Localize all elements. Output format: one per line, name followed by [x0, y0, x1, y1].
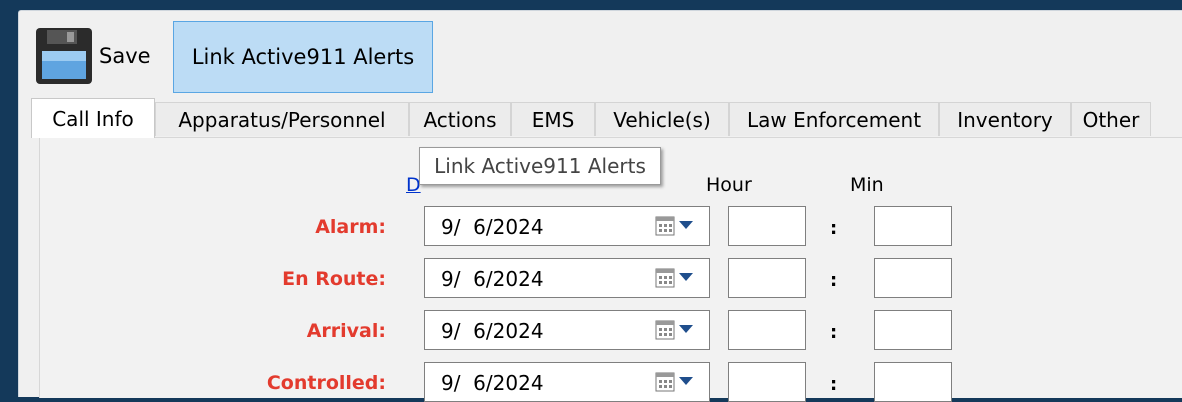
calendar-icon[interactable]: [655, 320, 675, 340]
incident-window: Save Link Active911 Alerts Call Info App…: [18, 10, 1182, 402]
en-route-label: En Route:: [282, 268, 386, 290]
link-active911-alerts-button[interactable]: Link Active911 Alerts: [173, 21, 433, 93]
tab-ems[interactable]: EMS: [511, 102, 595, 136]
alarm-min-field[interactable]: [874, 206, 952, 246]
calendar-icon[interactable]: [655, 268, 675, 288]
time-separator: :: [830, 374, 838, 395]
tab-label: Call Info: [52, 106, 134, 131]
tab-label: Vehicle(s): [613, 107, 711, 132]
tooltip-text: Link Active911 Alerts: [434, 154, 646, 178]
hour-header: Hour: [706, 174, 752, 196]
arrival-min-field[interactable]: [874, 310, 952, 350]
arrival-hour-field[interactable]: [728, 310, 806, 350]
chevron-down-icon[interactable]: [679, 273, 693, 281]
tab-label: Inventory: [957, 107, 1053, 132]
alarm-date-picker[interactable]: 9/ 6/2024: [424, 206, 710, 246]
min-header: Min: [850, 174, 884, 196]
tab-call-info[interactable]: Call Info: [31, 98, 155, 138]
controlled-date-picker[interactable]: 9/ 6/2024: [424, 362, 710, 402]
tab-actions[interactable]: Actions: [409, 102, 511, 136]
controlled-hour-field[interactable]: [728, 362, 806, 402]
controlled-date-value: 9/ 6/2024: [441, 371, 544, 395]
controlled-label: Controlled:: [266, 372, 386, 394]
alarm-date-value: 9/ 6/2024: [441, 215, 544, 239]
en-route-min-field[interactable]: [874, 258, 952, 298]
save-label: Save: [99, 44, 151, 68]
calendar-icon[interactable]: [655, 216, 675, 236]
link-active911-label: Link Active911 Alerts: [191, 45, 415, 69]
chevron-down-icon[interactable]: [679, 325, 693, 333]
save-button[interactable]: Save: [35, 25, 151, 87]
tab-label: Law Enforcement: [746, 107, 922, 132]
calendar-icon[interactable]: [655, 372, 675, 392]
arrival-label: Arrival:: [306, 320, 386, 342]
chevron-down-icon[interactable]: [679, 377, 693, 385]
chevron-down-icon[interactable]: [679, 221, 693, 229]
tab-apparatus-personnel[interactable]: Apparatus/Personnel: [155, 102, 409, 136]
tab-label: Actions: [423, 107, 497, 132]
alarm-hour-field[interactable]: [728, 206, 806, 246]
tab-law-enforcement[interactable]: Law Enforcement: [729, 102, 939, 136]
tab-other[interactable]: Other: [1071, 102, 1151, 136]
arrival-date-picker[interactable]: 9/ 6/2024: [424, 310, 710, 350]
arrival-date-value: 9/ 6/2024: [441, 319, 544, 343]
tab-vehicles[interactable]: Vehicle(s): [595, 102, 729, 136]
tab-label: EMS: [531, 107, 575, 132]
time-separator: :: [830, 270, 838, 291]
en-route-date-picker[interactable]: 9/ 6/2024: [424, 258, 710, 298]
tab-label: Apparatus/Personnel: [178, 107, 386, 132]
tab-label: Other: [1082, 107, 1140, 132]
controlled-min-field[interactable]: [874, 362, 952, 402]
en-route-hour-field[interactable]: [728, 258, 806, 298]
tooltip-link-active911: Link Active911 Alerts: [419, 147, 661, 185]
tab-inventory[interactable]: Inventory: [939, 102, 1071, 136]
time-separator: :: [830, 218, 838, 239]
en-route-date-value: 9/ 6/2024: [441, 267, 544, 291]
alarm-label: Alarm:: [315, 216, 386, 238]
floppy-disk-icon: [36, 28, 92, 84]
time-separator: :: [830, 322, 838, 343]
